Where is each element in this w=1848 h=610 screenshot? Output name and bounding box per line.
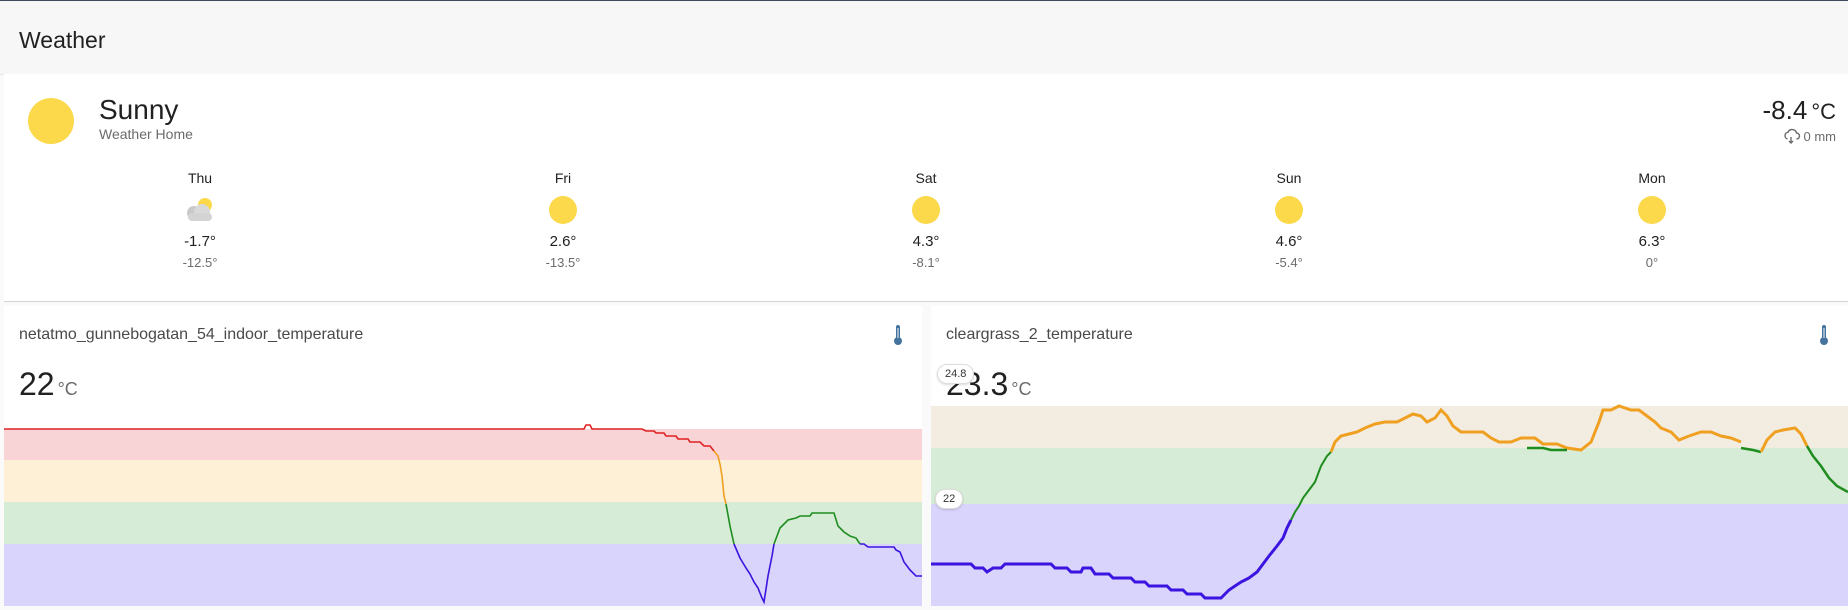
weather-forecast-card[interactable]: Sunny Weather Home -8.4 °C 0 mm Thu -1.7°… [4, 74, 1848, 302]
thermometer-icon [1818, 324, 1830, 351]
precipitation-value: 0 mm [1803, 128, 1837, 144]
forecast-low: -8.1° [912, 255, 940, 270]
graph-min-label: 22 [935, 489, 964, 509]
forecast-low: -12.5° [182, 255, 218, 270]
sensor-card-netatmo-indoor[interactable]: netatmo_gunnebogatan_54_indoor_temperatu… [4, 306, 922, 606]
forecast-day-sun: Sun 4.6° -5.4° [1239, 170, 1339, 270]
forecast-day-name: Mon [1638, 170, 1666, 186]
forecast-day-sat: Sat 4.3° -8.1° [876, 170, 976, 270]
current-temperature-value: -8.4 [1762, 95, 1808, 125]
forecast-day-thu: Thu -1.7° -12.5° [150, 170, 250, 270]
forecast-row: Thu -1.7° -12.5° Fri 2.6° -13.5° Sat 4.3… [4, 170, 1848, 300]
sun-icon [549, 196, 577, 224]
weather-entity-name: Weather Home [99, 126, 193, 142]
sun-icon [1638, 196, 1666, 224]
forecast-high: 4.6° [1275, 233, 1303, 250]
forecast-low: 0° [1645, 255, 1659, 270]
sensor-name: cleargrass_2_temperature [946, 326, 1133, 343]
forecast-low: -13.5° [545, 255, 581, 270]
sensor-value: 22 °C [19, 366, 78, 403]
partly-cloudy-icon [187, 198, 212, 221]
sensor-value-number: 22 [19, 366, 55, 402]
forecast-high: 2.6° [549, 233, 577, 250]
forecast-day-name: Sat [915, 170, 937, 186]
sensor-name: netatmo_gunnebogatan_54_indoor_temperatu… [19, 326, 364, 343]
forecast-day-mon: Mon 6.3° 0° [1602, 170, 1702, 270]
cloud-rain-icon [1783, 128, 1800, 144]
sensor-unit: °C [1011, 379, 1032, 399]
forecast-high: -1.7° [184, 233, 216, 250]
weather-condition: Sunny [99, 94, 179, 125]
forecast-day-fri: Fri 2.6° -13.5° [513, 170, 613, 270]
precipitation: 0 mm [1783, 128, 1837, 144]
sun-icon [28, 98, 74, 144]
forecast-low: -5.4° [1275, 255, 1303, 270]
forecast-day-name: Fri [554, 170, 572, 186]
forecast-day-name: Thu [187, 170, 213, 186]
history-graph [931, 404, 1848, 606]
sun-icon [1275, 196, 1303, 224]
page-header: Weather [0, 1, 1848, 75]
sensor-unit: °C [57, 379, 78, 399]
forecast-day-name: Sun [1276, 170, 1302, 186]
forecast-high: 6.3° [1638, 233, 1666, 250]
history-graph [4, 424, 922, 606]
current-temperature-unit: °C [1811, 99, 1836, 124]
graph-max-label: 24.8 [937, 364, 975, 384]
page-title: Weather [19, 27, 106, 53]
sensor-card-cleargrass[interactable]: cleargrass_2_temperature 23.3 °C 24.8 22 [931, 306, 1848, 606]
forecast-high: 4.3° [912, 233, 940, 250]
thermometer-icon [892, 324, 904, 351]
sun-icon [912, 196, 940, 224]
current-temperature: -8.4 °C [1763, 95, 1837, 126]
